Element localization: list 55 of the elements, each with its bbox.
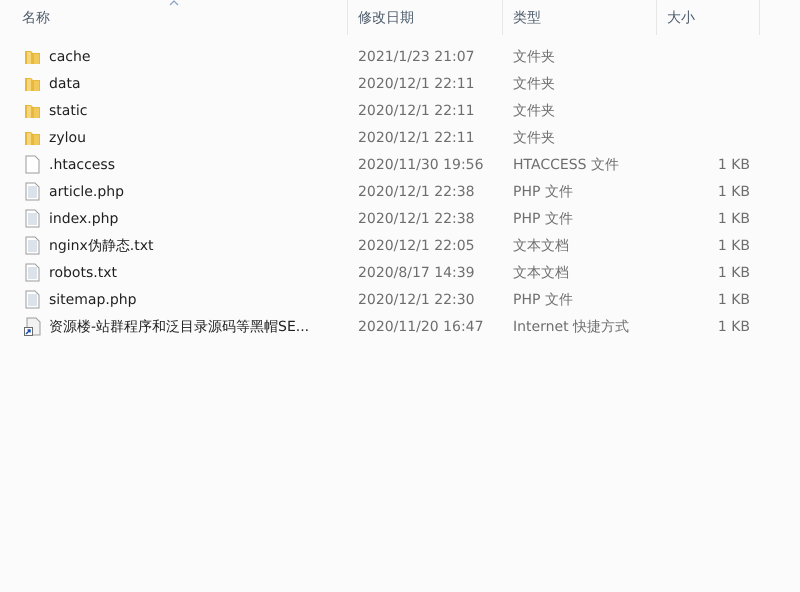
file-name[interactable]: zylou	[49, 130, 86, 146]
file-name[interactable]: cache	[49, 48, 90, 64]
file-size: 1 KB	[718, 184, 751, 200]
file-name[interactable]: 资源楼-站群程序和泛目录源码等黑帽SE...	[49, 318, 310, 336]
text-file-icon	[24, 182, 41, 201]
file-type: HTACCESS 文件	[512, 156, 620, 174]
folder-icon	[24, 48, 41, 65]
modified-date: 2020/12/1 22:30	[357, 292, 476, 308]
modified-date: 2020/12/1 22:11	[357, 102, 476, 118]
file-size: 1 KB	[718, 210, 751, 226]
file-type: 文件夹	[512, 48, 556, 66]
file-name[interactable]: data	[49, 76, 81, 92]
text-file-icon	[24, 290, 41, 309]
modified-date: 2020/12/1 22:38	[357, 210, 476, 226]
file-name[interactable]: .htaccess	[49, 156, 115, 172]
file-type: PHP 文件	[512, 210, 574, 228]
column-header[interactable]: 大小	[667, 8, 695, 26]
modified-date: 2020/12/1 22:11	[357, 76, 476, 92]
shortcut-icon	[24, 317, 41, 336]
file-name[interactable]: robots.txt	[49, 264, 117, 280]
file-name[interactable]: sitemap.php	[49, 292, 136, 308]
file-type: PHP 文件	[512, 182, 574, 200]
column-header[interactable]: 名称	[22, 8, 50, 26]
file-name[interactable]: static	[49, 102, 88, 118]
folder-icon	[24, 102, 41, 119]
file-size: 1 KB	[718, 264, 751, 280]
file-type: 文件夹	[512, 128, 556, 146]
file-size: 1 KB	[718, 156, 751, 172]
modified-date: 2020/12/1 22:05	[357, 238, 476, 254]
file-size: 1 KB	[718, 238, 751, 254]
file-type: 文本文档	[512, 236, 570, 254]
modified-date: 2020/12/1 22:38	[357, 184, 476, 200]
file-name[interactable]: index.php	[49, 210, 118, 226]
file-name[interactable]: nginx伪静态.txt	[49, 236, 154, 254]
modified-date: 2020/11/30 19:56	[357, 156, 484, 172]
text-file-icon	[24, 236, 41, 255]
file-size: 1 KB	[718, 292, 751, 308]
modified-date: 2020/8/17 14:39	[357, 264, 476, 280]
text-file-icon	[24, 263, 41, 282]
modified-date: 2021/1/23 21:07	[357, 48, 476, 64]
file-type: 文本文档	[512, 264, 570, 282]
column-header[interactable]: 类型	[513, 8, 541, 26]
file-type: PHP 文件	[512, 290, 574, 308]
file-name[interactable]: article.php	[49, 184, 124, 200]
folder-icon	[24, 129, 41, 146]
text-file-icon	[24, 209, 41, 228]
modified-date: 2020/12/1 22:11	[357, 130, 476, 146]
file-size: 1 KB	[718, 318, 751, 334]
file-icon	[24, 155, 41, 174]
folder-icon	[24, 75, 41, 92]
column-header[interactable]: 修改日期	[358, 8, 414, 26]
file-type: Internet 快捷方式	[512, 318, 630, 336]
modified-date: 2020/11/20 16:47	[357, 318, 484, 334]
file-type: 文件夹	[512, 102, 556, 120]
file-type: 文件夹	[512, 74, 556, 92]
